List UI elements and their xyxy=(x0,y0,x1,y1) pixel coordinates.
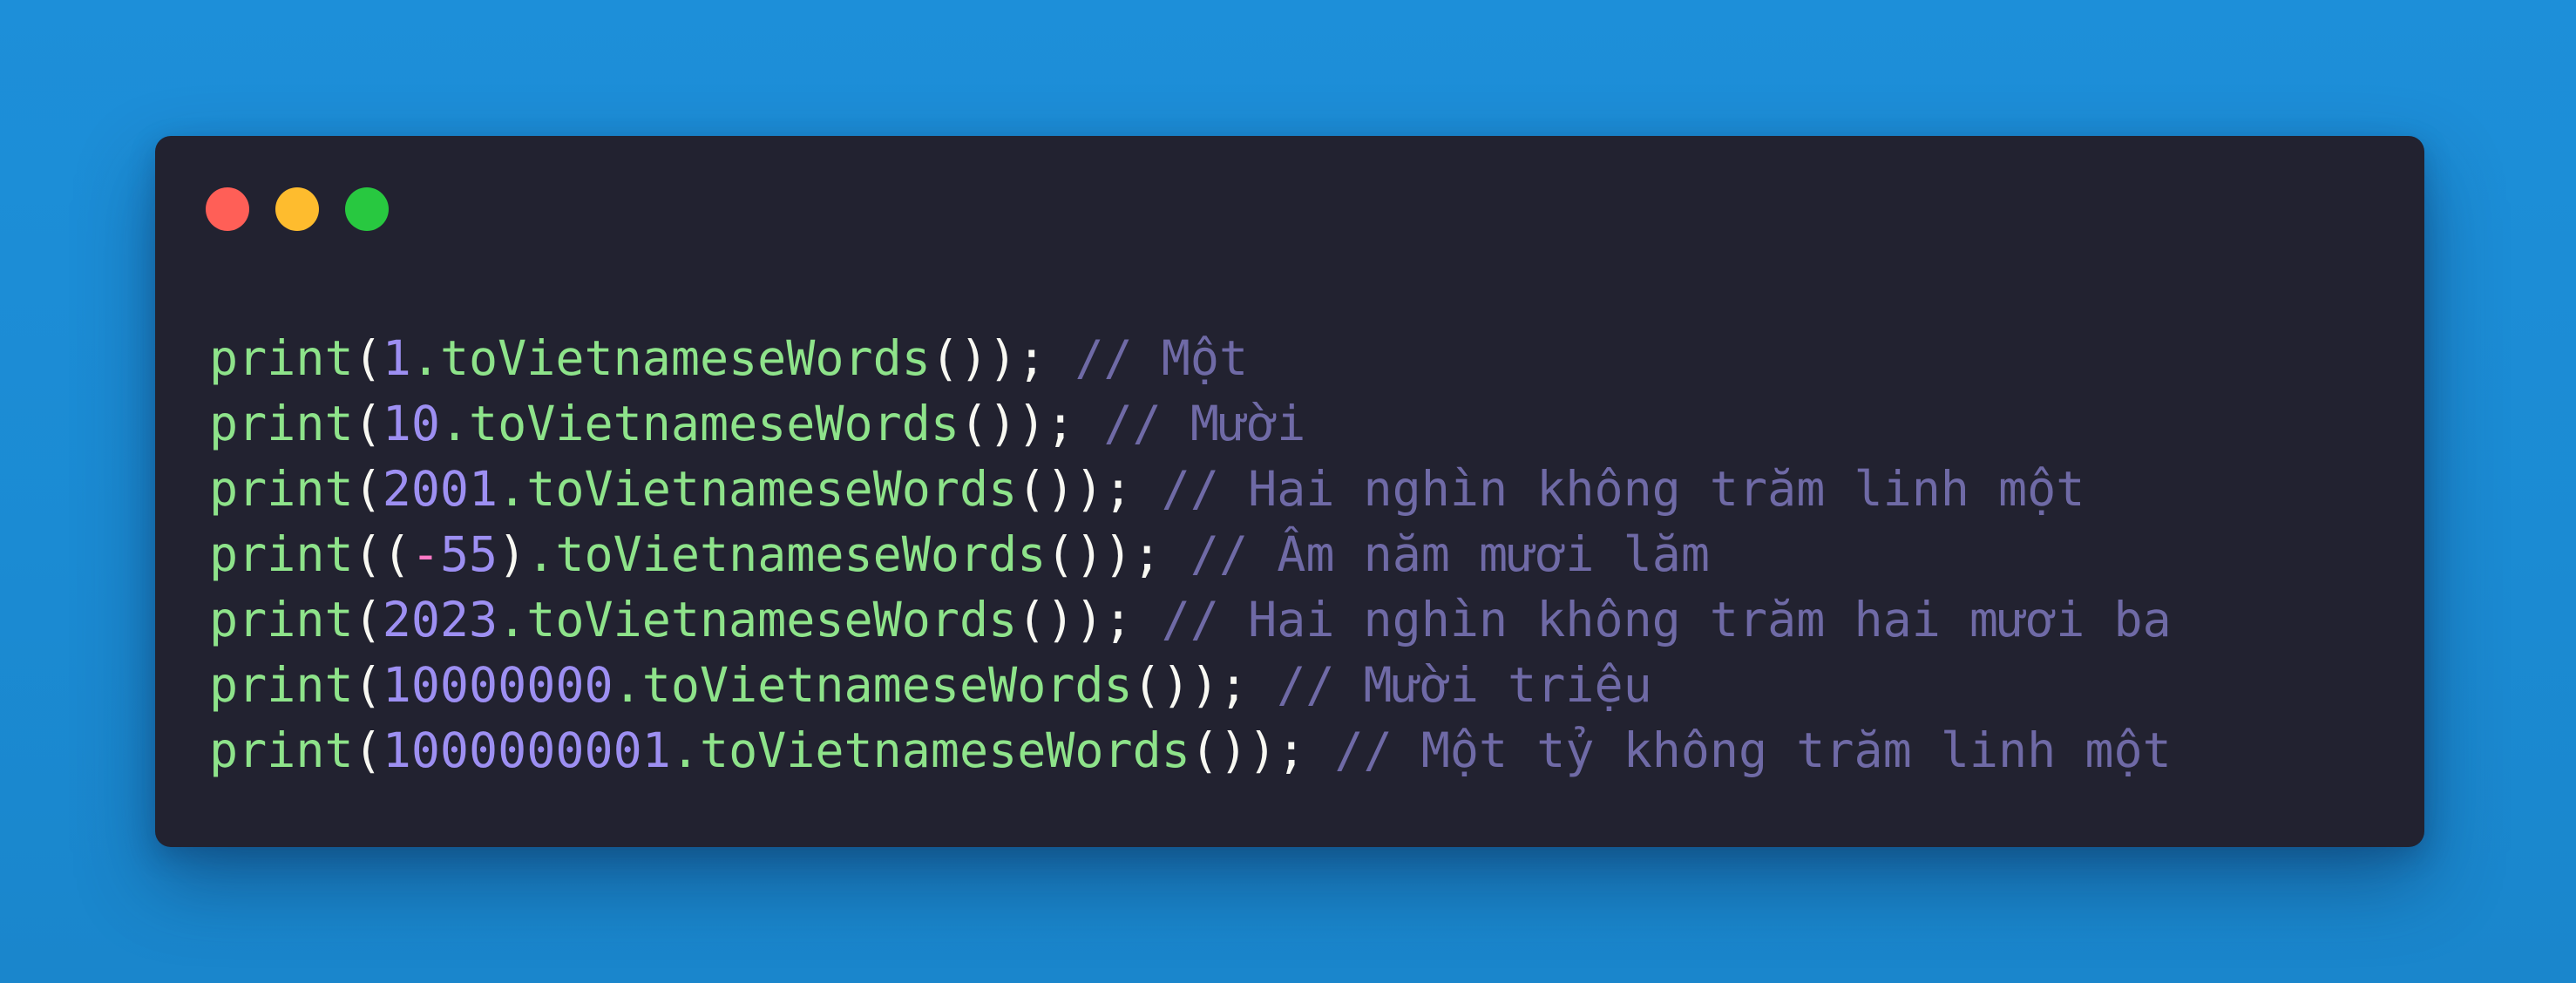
close-parens: ()); xyxy=(1190,722,1306,778)
window-titlebar xyxy=(206,187,389,231)
open-paren: ( xyxy=(353,330,383,386)
method-call: .toVietnameseWords xyxy=(439,396,959,451)
code-block: print(1.toVietnameseWords()); // Một prin… xyxy=(209,326,2172,783)
code-comment: // Hai nghìn không trăm linh một xyxy=(1161,461,2085,517)
function-name: print xyxy=(209,396,354,451)
open-parens: (( xyxy=(353,526,411,582)
close-parens: ()); xyxy=(1132,657,1249,713)
code-comment: // Một xyxy=(1074,330,1249,386)
close-parens: ()); xyxy=(1017,461,1133,517)
code-line: print(10000000.toVietnameseWords()); // … xyxy=(209,653,2172,718)
method-call: .toVietnameseWords xyxy=(498,592,1018,647)
function-name: print xyxy=(209,330,354,386)
open-paren: ( xyxy=(353,396,383,451)
method-call: .toVietnameseWords xyxy=(410,330,931,386)
function-name: print xyxy=(209,592,354,647)
open-paren: ( xyxy=(353,461,383,517)
open-paren: ( xyxy=(353,722,383,778)
close-paren: ) xyxy=(498,526,527,582)
code-line: print((-55).toVietnameseWords()); // Âm … xyxy=(209,522,2172,587)
method-call: .toVietnameseWords xyxy=(498,461,1018,517)
number-literal: 55 xyxy=(439,526,498,582)
code-line: print(10.toVietnameseWords()); // Mười xyxy=(209,391,2172,457)
number-literal: 1000000001 xyxy=(382,722,671,778)
minimize-button-icon[interactable] xyxy=(275,187,319,231)
function-name: print xyxy=(209,461,354,517)
function-name: print xyxy=(209,722,354,778)
code-comment: // Hai nghìn không trăm hai mươi ba xyxy=(1161,592,2172,647)
open-paren: ( xyxy=(353,592,383,647)
number-literal: 2001 xyxy=(382,461,498,517)
minus-sign: - xyxy=(410,526,440,582)
close-parens: ()); xyxy=(930,330,1047,386)
number-literal: 1 xyxy=(382,330,411,386)
code-line: print(1.toVietnameseWords()); // Một xyxy=(209,326,2172,391)
close-button-icon[interactable] xyxy=(206,187,249,231)
code-comment: // Mười triệu xyxy=(1277,657,1652,713)
code-comment: // Một tỷ không trăm linh một xyxy=(1334,722,2172,778)
number-literal: 10000000 xyxy=(382,657,613,713)
code-comment: // Âm năm mươi lăm xyxy=(1190,526,1710,582)
open-paren: ( xyxy=(353,657,383,713)
code-line: print(1000000001.toVietnameseWords()); /… xyxy=(209,718,2172,783)
function-name: print xyxy=(209,657,354,713)
method-call: .toVietnameseWords xyxy=(670,722,1190,778)
code-window: print(1.toVietnameseWords()); // Một prin… xyxy=(155,136,2424,847)
close-parens: ()); xyxy=(1046,526,1162,582)
maximize-button-icon[interactable] xyxy=(345,187,389,231)
method-call: .toVietnameseWords xyxy=(613,657,1133,713)
number-literal: 2023 xyxy=(382,592,498,647)
function-name: print xyxy=(209,526,354,582)
number-literal: 10 xyxy=(382,396,440,451)
method-call: .toVietnameseWords xyxy=(526,526,1047,582)
code-comment: // Mười xyxy=(1103,396,1306,451)
code-line: print(2001.toVietnameseWords()); // Hai … xyxy=(209,457,2172,522)
close-parens: ()); xyxy=(1017,592,1133,647)
close-parens: ()); xyxy=(959,396,1075,451)
code-line: print(2023.toVietnameseWords()); // Hai … xyxy=(209,587,2172,653)
